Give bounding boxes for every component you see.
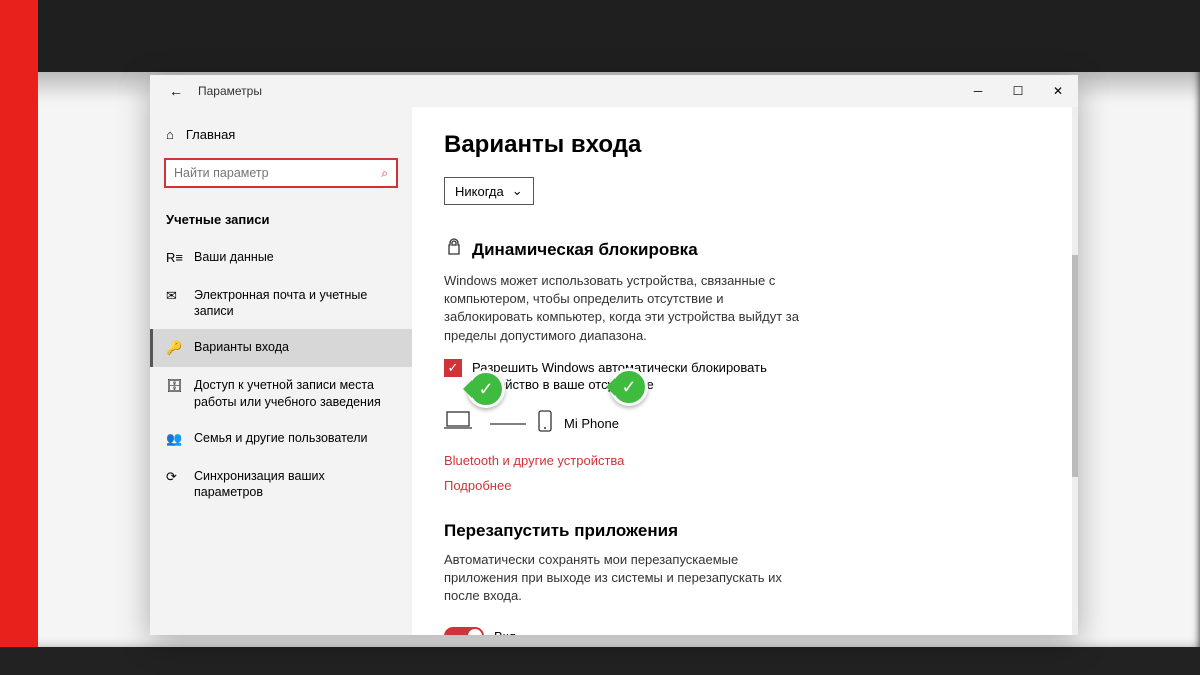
minimize-button[interactable]: ─ bbox=[958, 75, 998, 107]
sidebar-home[interactable]: ⌂ Главная bbox=[150, 119, 412, 150]
titlebar: ← Параметры ─ ☐ ✕ bbox=[150, 75, 1078, 107]
sidebar-item-email[interactable]: ✉ Электронная почта и учетные записи bbox=[150, 277, 412, 330]
mail-icon: ✉ bbox=[166, 288, 182, 305]
dropdown-value: Никогда bbox=[455, 184, 504, 199]
scrollbar-thumb[interactable] bbox=[1072, 255, 1078, 477]
key-icon: 🔑 bbox=[166, 340, 182, 357]
toggle-label: Вкл. bbox=[494, 629, 520, 635]
linked-device-row: Mi Phone bbox=[444, 410, 1046, 437]
dynamic-lock-checkbox[interactable]: ✓ bbox=[444, 359, 462, 377]
sidebar-item-sync[interactable]: ⟳ Синхронизация ваших параметров bbox=[150, 458, 412, 511]
sidebar-item-label: Семья и другие пользователи bbox=[194, 430, 396, 446]
section-dynamic-lock-title: Динамическая блокировка bbox=[444, 237, 1046, 262]
home-icon: ⌂ bbox=[166, 127, 174, 142]
back-button[interactable]: ← bbox=[162, 77, 190, 105]
page-title: Варианты входа bbox=[444, 131, 1046, 159]
device-name: Mi Phone bbox=[564, 416, 619, 431]
sidebar-item-label: Ваши данные bbox=[194, 249, 396, 265]
annotation-badge-2: ✓ bbox=[610, 368, 648, 406]
link-learn-more[interactable]: Подробнее bbox=[444, 478, 1046, 493]
restart-apps-toggle[interactable]: Вкл. bbox=[444, 627, 520, 635]
people-icon: 👥 bbox=[166, 431, 182, 448]
briefcase-icon: 🗄 bbox=[166, 378, 182, 395]
require-signin-dropdown[interactable]: Никогда ⌄ bbox=[444, 177, 534, 205]
sidebar-home-label: Главная bbox=[186, 127, 235, 142]
laptop-icon bbox=[444, 410, 478, 437]
sidebar-category: Учетные записи bbox=[150, 200, 412, 239]
dynamic-lock-description: Windows может использовать устройства, с… bbox=[444, 272, 804, 345]
window-title: Параметры bbox=[198, 84, 262, 98]
sidebar-item-label: Синхронизация ваших параметров bbox=[194, 468, 396, 501]
sidebar-item-work-access[interactable]: 🗄 Доступ к учетной записи места работы и… bbox=[150, 367, 412, 420]
sidebar-item-label: Электронная почта и учетные записи bbox=[194, 287, 396, 320]
section-restart-apps-title: Перезапустить приложения bbox=[444, 521, 1046, 541]
search-box[interactable]: ⌕ bbox=[164, 158, 398, 188]
content-pane: Варианты входа Никогда ⌄ Динамическая бл… bbox=[412, 107, 1078, 635]
maximize-button[interactable]: ☐ bbox=[998, 75, 1038, 107]
sync-icon: ⟳ bbox=[166, 469, 182, 486]
sidebar-item-label: Варианты входа bbox=[194, 339, 396, 355]
link-bluetooth[interactable]: Bluetooth и другие устройства bbox=[444, 453, 1046, 468]
chevron-down-icon: ⌄ bbox=[512, 183, 523, 199]
lock-icon bbox=[444, 237, 464, 262]
settings-window: ← Параметры ─ ☐ ✕ ⌂ Главная ⌕ Учетные за… bbox=[150, 75, 1078, 635]
sidebar: ⌂ Главная ⌕ Учетные записи R≡ Ваши данны… bbox=[150, 107, 412, 635]
close-button[interactable]: ✕ bbox=[1038, 75, 1078, 107]
sidebar-item-signin-options[interactable]: 🔑 Варианты входа bbox=[150, 329, 412, 367]
link-line-icon bbox=[490, 414, 526, 432]
search-icon: ⌕ bbox=[381, 166, 388, 181]
scrollbar[interactable] bbox=[1072, 107, 1078, 635]
annotation-badge-1: ✓ bbox=[467, 370, 505, 408]
restart-apps-description: Автоматически сохранять мои перезапускае… bbox=[444, 551, 804, 606]
sidebar-item-label: Доступ к учетной записи места работы или… bbox=[194, 377, 396, 410]
search-input[interactable] bbox=[174, 166, 381, 180]
person-icon: R≡ bbox=[166, 250, 182, 267]
phone-icon bbox=[538, 410, 552, 437]
sidebar-item-your-info[interactable]: R≡ Ваши данные bbox=[150, 239, 412, 277]
sidebar-item-family[interactable]: 👥 Семья и другие пользователи bbox=[150, 420, 412, 458]
